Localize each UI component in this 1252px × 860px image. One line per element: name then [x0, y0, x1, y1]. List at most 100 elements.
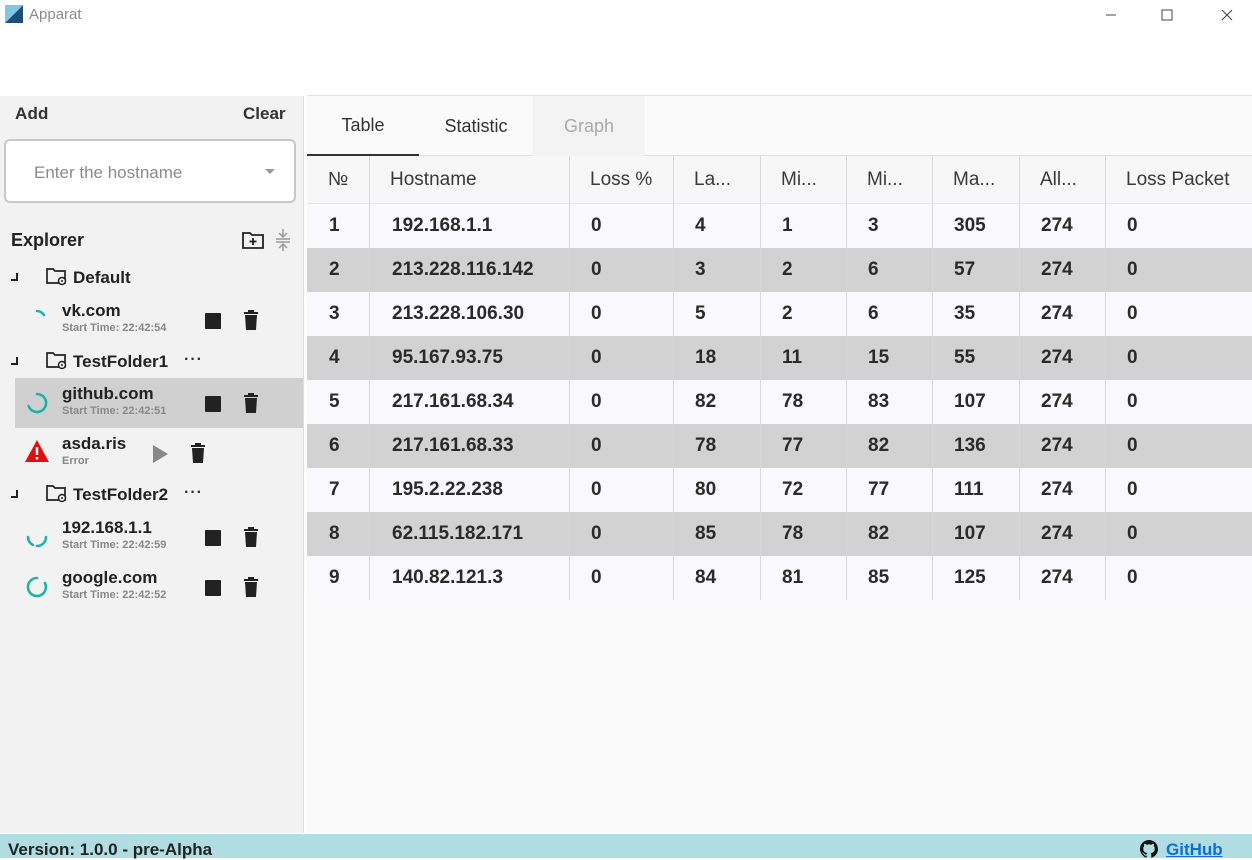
- table-row[interactable]: 8 62.115.182.171 0 85 78 82 107 274 0: [307, 512, 1252, 556]
- column-divider: [1105, 156, 1106, 600]
- main-panel: Table Statistic Graph № Hostname Loss % La.…: [307, 95, 1252, 833]
- tab-statistic[interactable]: Statistic: [419, 96, 533, 156]
- table-cell: 195.2.22.238: [392, 479, 503, 500]
- column-header[interactable]: Mi...: [846, 156, 932, 204]
- clear-button[interactable]: Clear: [243, 104, 286, 124]
- table-cell: 9: [329, 567, 340, 588]
- table-cell: 11: [782, 347, 803, 368]
- table-cell: 77: [868, 479, 890, 500]
- column-header[interactable]: All...: [1019, 156, 1105, 204]
- column-header[interactable]: Ma...: [932, 156, 1019, 204]
- table-row[interactable]: 3 213.228.106.30 0 5 2 6 35 274 0: [307, 292, 1252, 336]
- table-cell: 2: [782, 303, 793, 324]
- table-cell: 78: [695, 435, 717, 456]
- folder-settings-icon: [46, 268, 67, 286]
- table-cell: 85: [868, 567, 890, 588]
- tab-table[interactable]: Table: [307, 96, 419, 156]
- host-item-github[interactable]: github.com Start Time: 22:42:51: [15, 378, 303, 428]
- host-name: asda.ris: [62, 434, 127, 453]
- hostname-input[interactable]: [34, 159, 254, 187]
- table-cell: 82: [695, 391, 717, 412]
- column-header[interactable]: Mi...: [760, 156, 846, 204]
- title-bar: Apparat: [0, 0, 1252, 30]
- expand-toggle-icon[interactable]: [11, 273, 18, 281]
- trash-icon[interactable]: [243, 527, 259, 547]
- table-cell: 274: [1041, 435, 1073, 456]
- column-header[interactable]: Loss %: [569, 156, 673, 204]
- folder-testfolder1[interactable]: TestFolder1 ···: [0, 347, 304, 377]
- collapse-all-icon[interactable]: [273, 228, 293, 252]
- table-cell: 0: [1127, 435, 1138, 456]
- column-header[interactable]: Hostname: [369, 156, 569, 204]
- table-cell: 84: [695, 567, 717, 588]
- table-row[interactable]: 2 213.228.116.142 0 3 2 6 57 274 0: [307, 248, 1252, 292]
- table-cell: 274: [1041, 567, 1073, 588]
- table-row[interactable]: 4 95.167.93.75 0 18 11 15 55 274 0: [307, 336, 1252, 380]
- column-divider: [569, 156, 570, 600]
- table-cell: 0: [591, 567, 602, 588]
- play-icon[interactable]: [153, 445, 168, 463]
- explorer-title: Explorer: [11, 230, 85, 250]
- loading-spinner-icon: [35, 309, 46, 317]
- table-row[interactable]: 6 217.161.68.33 0 78 77 82 136 274 0: [307, 424, 1252, 468]
- table-cell: 0: [1127, 259, 1138, 280]
- table-row[interactable]: 7 195.2.22.238 0 80 72 77 111 274 0: [307, 468, 1252, 512]
- folder-testfolder2[interactable]: TestFolder2 ···: [0, 480, 304, 510]
- stop-icon[interactable]: [205, 530, 221, 546]
- table-cell: 0: [1127, 347, 1138, 368]
- trash-icon[interactable]: [243, 577, 259, 597]
- host-item-asda[interactable]: asda.ris Error: [15, 428, 303, 478]
- trash-icon[interactable]: [243, 393, 259, 413]
- table-cell: 213.228.106.30: [392, 303, 525, 324]
- table-cell: 111: [954, 479, 984, 500]
- column-header[interactable]: №: [307, 156, 369, 204]
- table-cell: 83: [868, 391, 890, 412]
- more-options-button[interactable]: ···: [184, 351, 203, 369]
- host-name: vk.com: [62, 301, 121, 320]
- column-header[interactable]: La...: [673, 156, 760, 204]
- maximize-button[interactable]: [1144, 0, 1190, 30]
- expand-toggle-icon[interactable]: [11, 357, 18, 365]
- stop-icon[interactable]: [205, 396, 221, 412]
- hostname-combobox[interactable]: [4, 139, 296, 203]
- stop-icon[interactable]: [205, 580, 221, 596]
- table-cell: 217.161.68.34: [392, 391, 514, 412]
- table-cell: 274: [1041, 215, 1073, 236]
- host-item-192-168-1-1[interactable]: 192.168.1.1 Start Time: 22:42:59: [15, 512, 303, 562]
- table-row[interactable]: 5 217.161.68.34 0 82 78 83 107 274 0: [307, 380, 1252, 424]
- more-options-button[interactable]: ···: [184, 484, 203, 502]
- host-name: google.com: [62, 568, 158, 587]
- table-cell: 5: [329, 391, 340, 412]
- folder-settings-icon: [46, 485, 67, 503]
- table-row[interactable]: 9 140.82.121.3 0 84 81 85 125 274 0: [307, 556, 1252, 600]
- table-cell: 274: [1041, 391, 1073, 412]
- github-link[interactable]: GitHub: [1166, 840, 1223, 860]
- host-start-time: Start Time: 22:42:54: [62, 322, 167, 334]
- add-button[interactable]: Add: [15, 104, 49, 124]
- table-cell: 274: [1041, 347, 1073, 368]
- table-cell: 0: [1127, 479, 1138, 500]
- minimize-button[interactable]: [1088, 0, 1134, 30]
- folder-default[interactable]: Default: [0, 263, 304, 293]
- table-cell: 82: [868, 435, 890, 456]
- close-button[interactable]: [1204, 0, 1250, 30]
- host-item-vk[interactable]: vk.com Start Time: 22:42:54: [15, 295, 303, 345]
- trash-icon[interactable]: [243, 310, 259, 330]
- stop-icon[interactable]: [205, 313, 221, 329]
- expand-toggle-icon[interactable]: [11, 490, 18, 498]
- new-folder-icon[interactable]: [242, 230, 264, 250]
- table-cell: 213.228.116.142: [392, 259, 534, 280]
- table-cell: 217.161.68.33: [392, 435, 514, 456]
- maximize-icon: [1161, 9, 1173, 21]
- github-icon[interactable]: [1140, 840, 1158, 858]
- column-header[interactable]: Loss Packet: [1105, 156, 1252, 204]
- table-cell: 107: [954, 523, 986, 544]
- sidebar: Add Clear Explorer Default vk.com Start …: [0, 96, 304, 833]
- host-item-google[interactable]: google.com Start Time: 22:42:52: [15, 562, 303, 612]
- table-cell: 15: [868, 347, 890, 368]
- table-row[interactable]: 1 192.168.1.1 0 4 1 3 305 274 0: [307, 204, 1252, 248]
- table-cell: 8: [329, 523, 340, 544]
- table-cell: 80: [695, 479, 717, 500]
- caret-down-icon[interactable]: [265, 169, 275, 174]
- trash-icon[interactable]: [190, 443, 206, 463]
